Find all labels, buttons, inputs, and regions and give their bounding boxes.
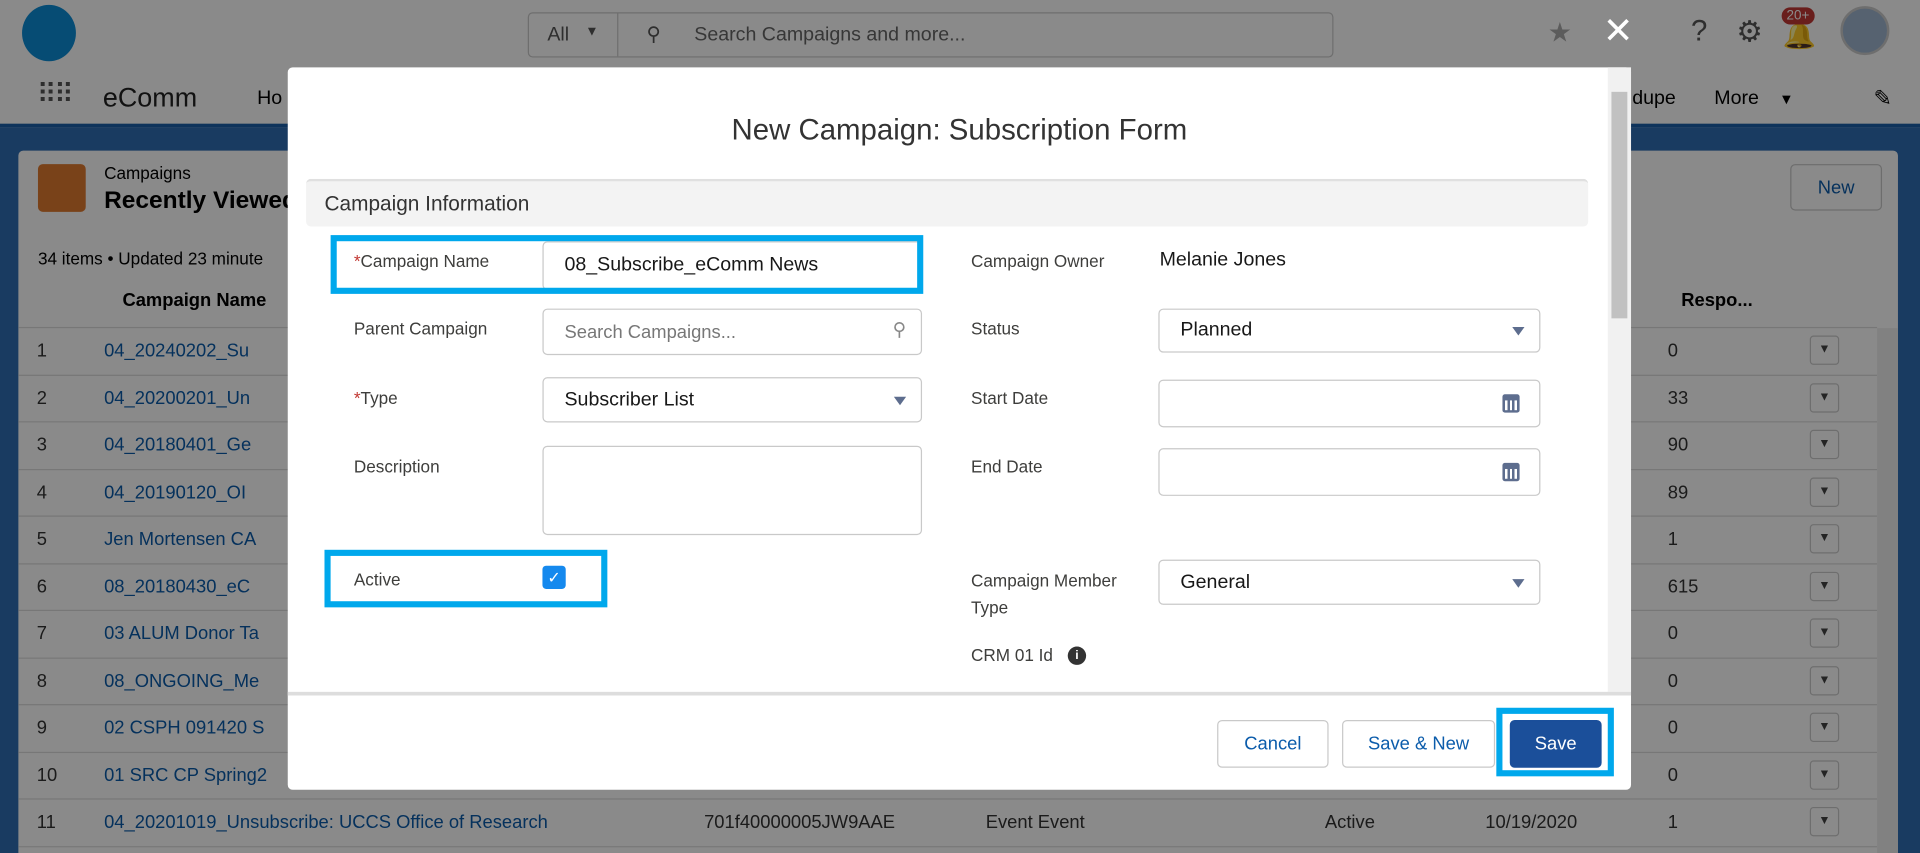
highlight-active xyxy=(324,549,608,608)
chevron-down-icon xyxy=(893,396,907,405)
section-header[interactable]: Campaign Information xyxy=(306,178,1589,227)
calendar-icon[interactable] xyxy=(1502,393,1520,413)
new-campaign-modal: New Campaign: Subscription Form Campaign… xyxy=(287,67,1632,790)
search-icon: ⚲ xyxy=(892,319,907,341)
chevron-down-icon xyxy=(1512,578,1525,588)
highlight-save xyxy=(1496,707,1614,777)
save-and-new-button[interactable]: Save & New xyxy=(1342,720,1496,768)
end-date-input[interactable] xyxy=(1158,448,1541,496)
description-textarea[interactable] xyxy=(542,445,923,536)
crm-id-label: CRM 01 Id xyxy=(971,645,1053,665)
type-select[interactable]: Subscriber List xyxy=(542,377,923,423)
modal-scrollbar[interactable] xyxy=(1607,67,1632,692)
close-icon[interactable]: ✕ xyxy=(1603,10,1634,53)
calendar-icon[interactable] xyxy=(1502,462,1520,481)
status-label: Status xyxy=(971,318,1020,338)
start-date-input[interactable] xyxy=(1158,379,1541,428)
owner-value[interactable]: Melanie Jones xyxy=(1160,250,1286,272)
member-type-select[interactable]: General xyxy=(1158,559,1541,605)
parent-campaign-input[interactable]: Search Campaigns... ⚲ xyxy=(542,308,923,356)
cancel-button[interactable]: Cancel xyxy=(1217,720,1329,768)
info-icon[interactable]: i xyxy=(1067,646,1087,665)
end-date-label: End Date xyxy=(971,456,1043,477)
description-label: Description xyxy=(353,456,440,477)
status-select[interactable]: Planned xyxy=(1158,308,1541,353)
start-date-label: Start Date xyxy=(971,388,1049,408)
parent-campaign-label: Parent Campaign xyxy=(353,318,488,338)
type-label: *Type xyxy=(353,388,398,408)
chevron-down-icon xyxy=(1512,326,1525,336)
owner-label: Campaign Owner xyxy=(971,251,1105,271)
member-type-label: Campaign Member Type xyxy=(971,570,1117,618)
highlight-campaign-name xyxy=(330,235,924,294)
modal-title: New Campaign: Subscription Form xyxy=(731,113,1188,147)
